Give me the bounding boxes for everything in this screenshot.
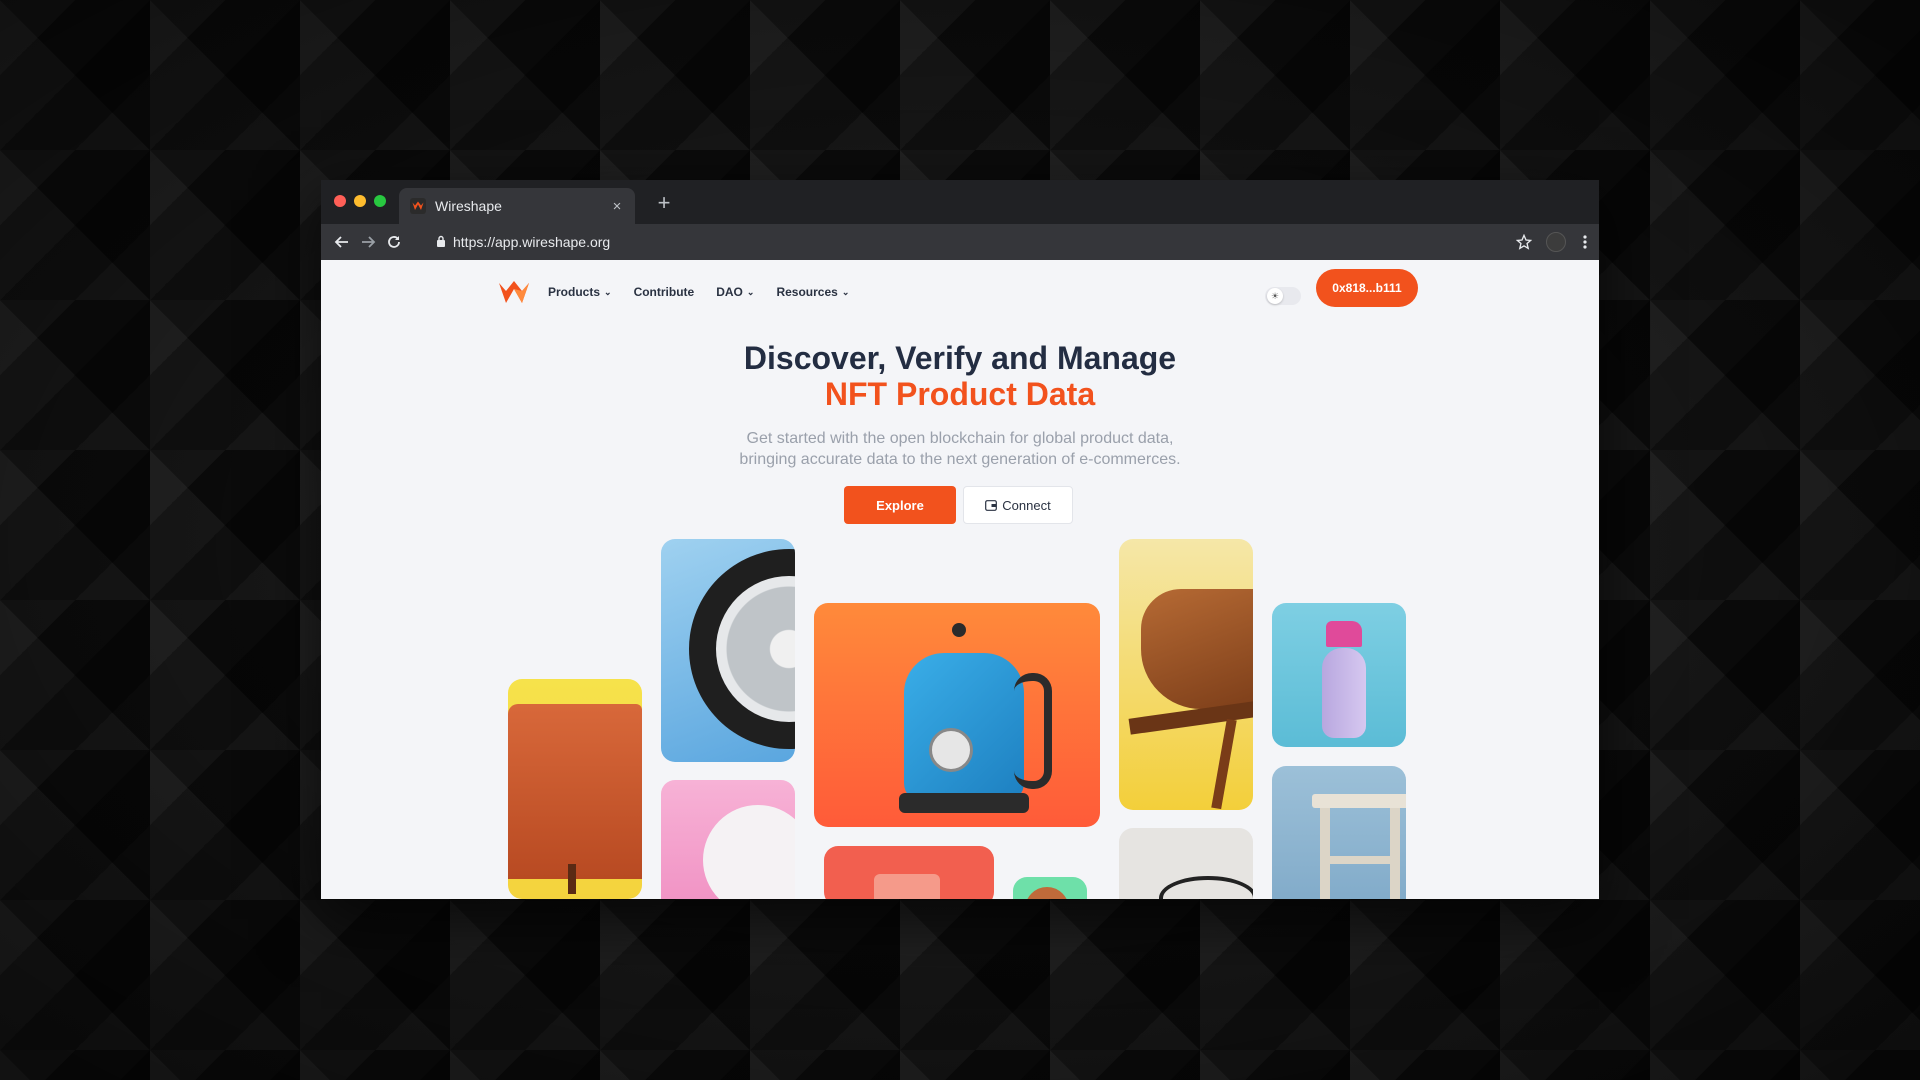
nav-contribute-label: Contribute	[633, 285, 695, 299]
browser-menu-icon[interactable]	[1574, 231, 1596, 253]
tab-title: Wireshape	[435, 198, 502, 214]
connect-label: Connect	[1002, 497, 1051, 513]
armchair-image	[508, 704, 642, 879]
browser-toolbar: https://app.wireshape.org	[321, 224, 1599, 260]
chair-card[interactable]	[1119, 539, 1253, 810]
wheel-card[interactable]	[661, 539, 795, 762]
web-page: Products ⌄ Contribute DAO ⌄ Resources ⌄ …	[321, 260, 1599, 899]
minimize-window-button[interactable]	[354, 195, 366, 207]
nav-products[interactable]: Products ⌄	[548, 285, 612, 299]
hero-title-highlight: NFT Product Data	[824, 376, 1096, 412]
ball-card[interactable]	[1013, 877, 1087, 899]
nav-products-label: Products	[548, 285, 601, 299]
armchair-card[interactable]	[508, 679, 642, 899]
lock-icon	[436, 234, 446, 250]
kettle-image	[904, 653, 1024, 803]
chevron-down-icon: ⌄	[841, 286, 850, 297]
chair-image	[1141, 589, 1253, 709]
chevron-down-icon: ⌄	[746, 286, 755, 297]
explore-button[interactable]: Explore	[844, 486, 956, 524]
cup-card[interactable]	[824, 846, 994, 899]
nav-resources-label: Resources	[776, 285, 838, 299]
window-controls	[334, 195, 386, 207]
nav-dao[interactable]: DAO ⌄	[716, 285, 754, 299]
wallet-address-button[interactable]: 0x818...b111	[1316, 269, 1418, 307]
close-window-button[interactable]	[334, 195, 346, 207]
address-bar[interactable]: https://app.wireshape.org	[431, 229, 1501, 255]
headphones-card[interactable]	[1119, 828, 1253, 899]
ball-image	[1025, 887, 1069, 899]
spray-bottle-image	[1322, 648, 1366, 738]
hero-title: Discover, Verify and Manage	[743, 340, 1177, 376]
headphones-image	[1159, 876, 1253, 899]
kettle-card[interactable]	[814, 603, 1100, 827]
nav-resources[interactable]: Resources ⌄	[776, 285, 849, 299]
wallet-icon	[985, 499, 998, 511]
browser-window: Wireshape × + https://app.wireshape.org	[321, 180, 1599, 899]
back-icon[interactable]	[331, 231, 353, 253]
cup-image	[874, 874, 940, 899]
tab-bar: Wireshape × +	[321, 180, 1599, 224]
url-text: https://app.wireshape.org	[453, 234, 611, 250]
spray-bottle-card[interactable]	[1272, 603, 1406, 747]
theme-toggle[interactable]: ☀	[1265, 287, 1301, 305]
forward-icon[interactable]	[357, 231, 379, 253]
bookmark-star-icon[interactable]	[1513, 231, 1535, 253]
hero-subtitle-line2: bringing accurate data to the next gener…	[739, 451, 1181, 468]
new-tab-button[interactable]: +	[651, 190, 677, 216]
nav-dao-label: DAO	[716, 285, 743, 299]
chevron-down-icon: ⌄	[604, 286, 612, 297]
connect-button[interactable]: Connect	[963, 486, 1073, 524]
stool-image	[1312, 794, 1406, 808]
wireshape-favicon-icon	[410, 198, 426, 214]
profile-avatar[interactable]	[1545, 231, 1567, 253]
tab-close-icon[interactable]: ×	[607, 198, 627, 215]
hero-subtitle-line1: Get started with the open blockchain for…	[746, 430, 1174, 447]
lamp-image	[703, 805, 795, 899]
stool-card[interactable]	[1272, 766, 1406, 899]
wireshape-logo-icon[interactable]	[498, 280, 530, 304]
reload-icon[interactable]	[383, 231, 405, 253]
maximize-window-button[interactable]	[374, 195, 386, 207]
nav-contribute[interactable]: Contribute	[634, 285, 695, 299]
lamp-card[interactable]	[661, 780, 795, 899]
sun-icon: ☀	[1267, 288, 1283, 304]
browser-tab[interactable]: Wireshape ×	[399, 188, 635, 224]
hero-subtitle: Get started with the open blockchain for…	[321, 428, 1599, 470]
